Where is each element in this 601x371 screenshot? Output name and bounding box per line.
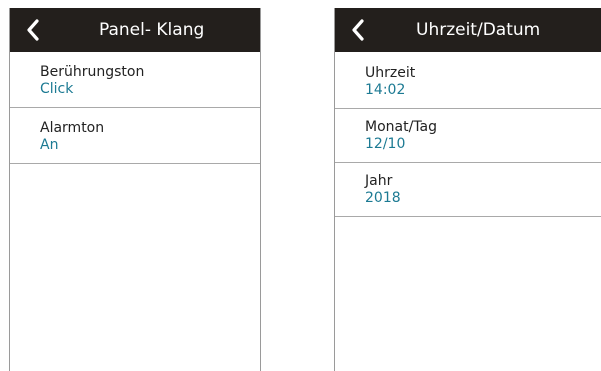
list-item-touch-tone[interactable]: Berührungston Click [10,52,260,108]
list-item-time[interactable]: Uhrzeit 14:02 [335,52,601,109]
settings-list: Berührungston Click Alarmton An [10,52,260,164]
item-value: 14:02 [365,82,406,98]
back-button[interactable] [351,8,379,52]
item-label: Berührungston [40,64,145,80]
time-date-screen: Uhrzeit/Datum Uhrzeit 14:02 Monat/Tag 12… [334,8,601,371]
list-item-alarm-tone[interactable]: Alarmton An [10,108,260,164]
item-label: Alarmton [40,120,105,136]
item-label: Uhrzeit [365,65,416,81]
page-title: Uhrzeit/Datum [416,20,541,40]
item-label: Monat/Tag [365,119,438,135]
item-value: An [40,137,59,153]
list-item-year[interactable]: Jahr 2018 [335,163,601,217]
item-value: 12/10 [365,136,406,152]
item-label: Jahr [365,173,393,189]
page-title: Panel- Klang [99,20,205,40]
settings-list: Uhrzeit 14:02 Monat/Tag 12/10 Jahr 2018 [335,52,601,217]
item-value: 2018 [365,190,401,206]
back-button[interactable] [26,8,54,52]
panel-sound-screen: Panel- Klang Berührungston Click Alarmto… [9,8,261,371]
list-item-month-day[interactable]: Monat/Tag 12/10 [335,109,601,163]
item-value: Click [40,81,74,97]
chevron-left-icon [27,19,39,41]
chevron-left-icon [352,19,364,41]
header-bar: Panel- Klang [10,8,260,52]
header-bar: Uhrzeit/Datum [335,8,601,52]
